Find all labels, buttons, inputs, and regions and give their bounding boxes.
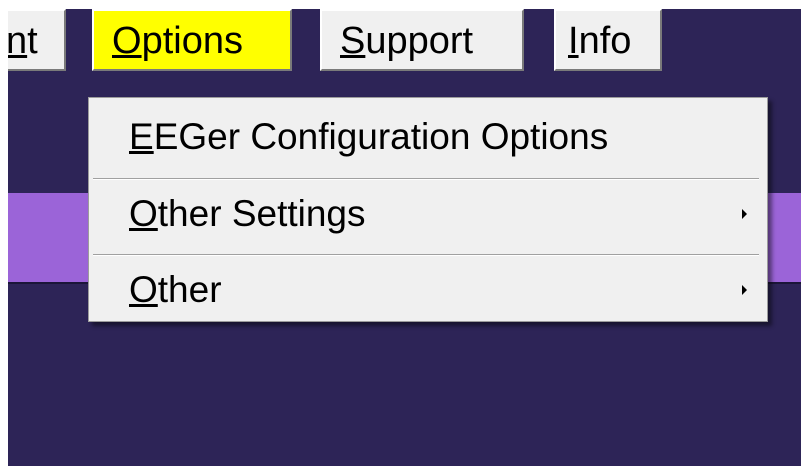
menu-item-label: Support <box>340 20 474 62</box>
submenu-arrow-icon <box>742 209 747 219</box>
menu-item-label: EEGer Configuration Options <box>129 116 609 157</box>
menu-item-partial[interactable]: nt <box>8 9 66 71</box>
menu-support-button[interactable]: Support <box>320 9 524 71</box>
app-window: nt Options Support Info EEGer Configurat… <box>8 9 801 466</box>
menu-item-label: nt <box>8 20 38 62</box>
menu-item-other-settings[interactable]: Other Settings <box>89 179 767 249</box>
menu-options-button[interactable]: Options <box>92 9 292 71</box>
menu-item-eeger-configuration-options[interactable]: EEGer Configuration Options <box>89 102 767 172</box>
menu-info-button[interactable]: Info <box>554 9 662 71</box>
menu-item-other[interactable]: Other <box>89 255 767 325</box>
menu-item-label: Other <box>129 269 222 310</box>
options-dropdown-menu: EEGer Configuration Options Other Settin… <box>88 97 768 322</box>
menu-item-label: Info <box>568 20 632 62</box>
menu-item-label: Options <box>112 20 243 62</box>
menu-item-label: Other Settings <box>129 193 366 234</box>
submenu-arrow-icon <box>742 285 747 295</box>
